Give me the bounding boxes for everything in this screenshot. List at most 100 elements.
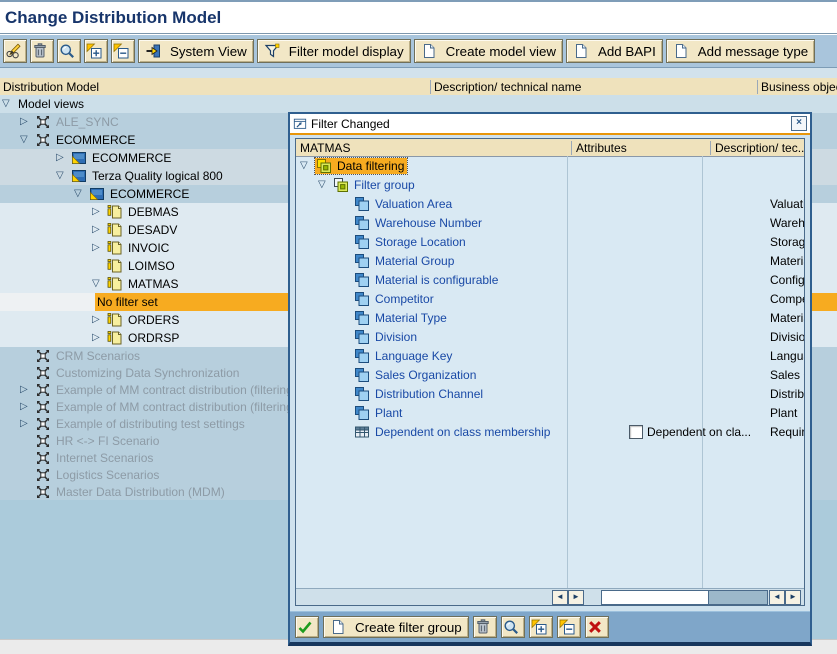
new-doc-icon	[421, 43, 437, 59]
collapse-all-button[interactable]	[111, 39, 135, 63]
message-type-icon	[107, 330, 123, 346]
expander-closed-icon[interactable]	[92, 315, 107, 325]
filter-changed-dialog: Filter Changed MATMAS Attributes Descrip…	[288, 112, 812, 646]
checkbox-label: Dependent on cla...	[647, 425, 751, 439]
expander-open-icon[interactable]	[300, 161, 315, 171]
filter-field-icon	[354, 196, 370, 212]
message-type-icon	[107, 258, 123, 274]
application-toolbar: System View Filter model display Create …	[0, 35, 837, 68]
expander-closed-icon[interactable]	[20, 117, 35, 127]
message-type-icon	[107, 222, 123, 238]
close-icon[interactable]	[791, 116, 807, 131]
filter-row-storage-location[interactable]: Storage Location Storage Location	[296, 232, 804, 251]
filter-row-filter-group[interactable]: Filter group	[296, 175, 804, 194]
confirm-button[interactable]	[295, 616, 319, 638]
dialog-titlebar[interactable]: Filter Changed	[290, 114, 810, 135]
filter-field-icon	[354, 405, 370, 421]
expander-open-icon[interactable]	[74, 189, 89, 199]
horizontal-scrollbar	[296, 588, 804, 605]
scenario-icon	[35, 365, 51, 381]
expander-closed-icon[interactable]	[56, 153, 71, 163]
expander-open-icon[interactable]	[318, 180, 333, 190]
expander-open-icon[interactable]	[92, 279, 107, 289]
scenario-icon	[35, 399, 51, 415]
message-type-icon	[107, 276, 123, 292]
sap-window: Change Distribution Model System View Fi…	[0, 0, 837, 654]
scroll-right-icon[interactable]	[785, 590, 801, 605]
delete-button[interactable]	[30, 39, 54, 63]
new-doc-icon	[673, 43, 689, 59]
expander-closed-icon[interactable]	[92, 333, 107, 343]
filter-field-icon	[354, 291, 370, 307]
model-view-icon	[71, 168, 87, 184]
expander-open-icon[interactable]	[56, 171, 71, 181]
filter-row-division[interactable]: Division Division	[296, 327, 804, 346]
filter-row-competitor[interactable]: Competitor Competitor	[296, 289, 804, 308]
dialog-title: Filter Changed	[311, 117, 390, 131]
filter-model-display-label: Filter model display	[289, 44, 404, 59]
magnifier-icon	[59, 43, 75, 59]
scroll-left-icon[interactable]	[552, 590, 568, 605]
add-message-type-button[interactable]: Add message type	[666, 39, 815, 63]
scenario-icon	[35, 433, 51, 449]
filter-row-warehouse-number[interactable]: Warehouse Number Warehouse Number	[296, 213, 804, 232]
scenario-icon	[35, 484, 51, 500]
column-separator	[702, 156, 703, 589]
edit-toggle-button[interactable]	[3, 39, 27, 63]
filter-row-distribution-channel[interactable]: Distribution Channel Distribution Channe…	[296, 384, 804, 403]
scenario-icon	[35, 467, 51, 483]
expander-closed-icon[interactable]	[20, 385, 35, 395]
expand-node-button[interactable]	[529, 616, 553, 638]
main-column-headers: Distribution Model Description/ technica…	[0, 78, 837, 96]
expand-all-button[interactable]	[84, 39, 108, 63]
expander-closed-icon[interactable]	[92, 207, 107, 217]
expander-closed-icon[interactable]	[92, 243, 107, 253]
filter-row-language-key[interactable]: Language Key Language Key	[296, 346, 804, 365]
expander-closed-icon[interactable]	[20, 419, 35, 429]
add-message-type-label: Add message type	[698, 44, 808, 59]
filter-row-data-filtering[interactable]: Data filtering	[296, 156, 804, 175]
filter-row-valuation-area[interactable]: Valuation Area Valuation Area	[296, 194, 804, 213]
collapse-node-button[interactable]	[557, 616, 581, 638]
scroll-left-icon[interactable]	[769, 590, 785, 605]
filter-field-icon	[354, 386, 370, 402]
scroll-right-icon[interactable]	[568, 590, 584, 605]
expander-open-icon[interactable]	[20, 135, 35, 145]
data-filtering-icon	[316, 158, 332, 174]
system-view-label: System View	[170, 44, 247, 59]
filter-row-material-group[interactable]: Material Group Material Group	[296, 251, 804, 270]
dialog-column-attributes: Attributes	[571, 141, 710, 155]
scrollbar-thumb[interactable]	[708, 591, 767, 604]
app-titlebar: Change Distribution Model	[0, 2, 837, 33]
tree-item-model-views[interactable]: Model views	[0, 95, 837, 113]
display-button[interactable]	[501, 616, 525, 638]
cancel-button[interactable]	[585, 616, 609, 638]
expander-closed-icon[interactable]	[20, 402, 35, 412]
add-bapi-button[interactable]: Add BAPI	[566, 39, 663, 63]
filter-field-icon	[354, 348, 370, 364]
expander-closed-icon[interactable]	[92, 225, 107, 235]
create-model-view-button[interactable]: Create model view	[414, 39, 563, 63]
filter-row-material-type[interactable]: Material Type Material Type	[296, 308, 804, 327]
collapse-node-icon	[113, 43, 129, 59]
filter-model-display-button[interactable]: Filter model display	[257, 39, 411, 63]
filter-row-plant[interactable]: Plant Plant	[296, 403, 804, 422]
add-bapi-label: Add BAPI	[598, 44, 656, 59]
dialog-content: MATMAS Attributes Description/ tec... Da…	[295, 138, 805, 606]
scrollbar-track[interactable]	[601, 590, 768, 605]
trash-icon	[32, 43, 48, 59]
filter-field-icon	[354, 367, 370, 383]
display-button[interactable]	[57, 39, 81, 63]
system-view-button[interactable]: System View	[138, 39, 254, 63]
filter-field-icon	[354, 272, 370, 288]
filter-row-sales-organization[interactable]: Sales Organization Sales Organization	[296, 365, 804, 384]
dependent-on-class-checkbox[interactable]	[629, 425, 643, 439]
filter-row-class-membership[interactable]: Dependent on class membership Dependent …	[296, 422, 804, 441]
magnifier-icon	[503, 619, 519, 635]
delete-button[interactable]	[473, 616, 497, 638]
create-filter-group-label: Create filter group	[355, 620, 462, 635]
system-view-icon	[145, 43, 161, 59]
filter-row-material-configurable[interactable]: Material is configurable Configurable Ma…	[296, 270, 804, 289]
expander-open-icon[interactable]	[2, 99, 17, 109]
create-filter-group-button[interactable]: Create filter group	[323, 616, 469, 638]
